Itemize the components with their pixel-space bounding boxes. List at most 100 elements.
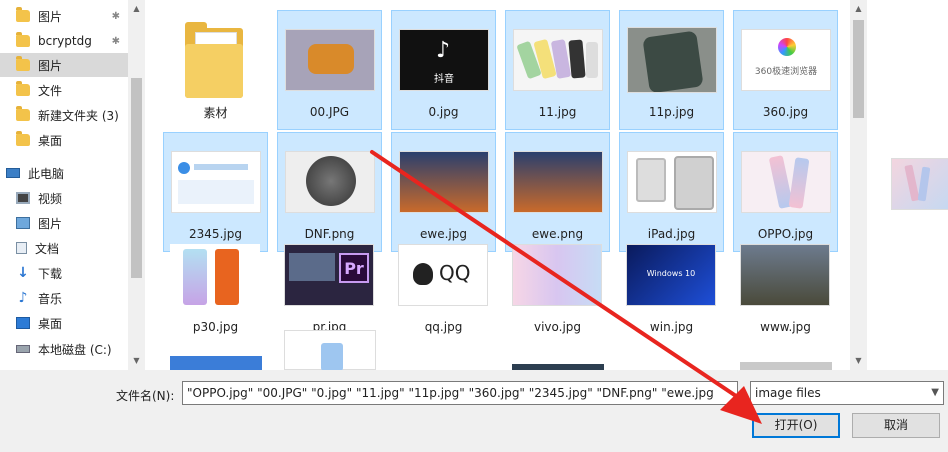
sidebar-item-bcryptdg[interactable]: bcryptdg ✱ [0, 29, 128, 53]
sidebar-item-label: 图片 [38, 58, 63, 73]
download-icon: ↓ [17, 265, 29, 281]
folder-icon [16, 56, 30, 71]
sidebar-item-pictures-lib[interactable]: 图片 [0, 211, 128, 235]
folder-icon [16, 131, 30, 146]
sidebar-item-this-pc[interactable]: 此电脑 [0, 161, 128, 185]
sidebar-item-label: 视频 [38, 191, 63, 206]
image-thumbnail [170, 244, 260, 306]
scroll-down-icon[interactable]: ▼ [128, 354, 145, 368]
preview-image [891, 158, 948, 210]
document-icon [16, 242, 27, 254]
file-item-partial[interactable] [740, 362, 832, 370]
sidebar-item-label: 桌面 [38, 133, 63, 148]
disk-icon [16, 345, 30, 353]
file-item[interactable]: www.jpg [733, 226, 838, 346]
filetype-select[interactable]: image files ▼ [750, 381, 944, 405]
file-name: 11p.jpg [648, 105, 695, 119]
pin-icon: ✱ [111, 10, 120, 22]
computer-icon [6, 168, 20, 178]
sidebar-item-documents[interactable]: 文档 [0, 236, 128, 260]
sidebar-item-label: 图片 [38, 216, 63, 231]
file-item-partial[interactable] [170, 356, 262, 370]
sidebar-item-label: 音乐 [38, 291, 63, 306]
sidebar-item-videos[interactable]: 视频 [0, 186, 128, 210]
preview-pane [867, 0, 948, 370]
file-item-folder[interactable]: 素材 [163, 10, 268, 130]
scroll-up-icon[interactable]: ▲ [128, 2, 145, 16]
sidebar-item-label: 本地磁盘 (C:) [38, 342, 112, 357]
video-icon [16, 192, 30, 204]
picture-icon [16, 217, 30, 229]
file-name: qq.jpg [424, 320, 463, 334]
filename-input[interactable]: "OPPO.jpg" "00.JPG" "0.jpg" "11.jpg" "11… [182, 381, 738, 405]
sidebar-item-label: 下载 [38, 266, 63, 281]
file-item[interactable]: ♪ 抖音 0.jpg [391, 10, 496, 130]
sidebar-item-new-folder-3[interactable]: 新建文件夹 (3) [0, 103, 128, 127]
sidebar-item-pictures-pinned[interactable]: 图片 ✱ [0, 4, 128, 28]
folder-icon [16, 7, 30, 22]
sidebar-item-label: 新建文件夹 (3) [38, 108, 119, 123]
image-thumbnail: Windows 10 [626, 244, 716, 306]
thumbnail-text: 抖音 [434, 74, 454, 85]
sidebar-item-label: 文件 [38, 83, 63, 98]
file-item[interactable]: vivo.jpg [505, 226, 610, 346]
file-name: 素材 [203, 106, 228, 120]
file-item-partial[interactable] [284, 330, 376, 370]
file-name: 00.JPG [309, 105, 350, 119]
dialog-footer: 文件名(N): "OPPO.jpg" "00.JPG" "0.jpg" "11.… [0, 370, 948, 452]
sidebar-item-files[interactable]: 文件 [0, 78, 128, 102]
thumbnail-text: Windows 10 [646, 269, 696, 278]
file-name: 11.jpg [538, 105, 577, 119]
file-list-scrollbar[interactable]: ▲ ▼ [850, 0, 867, 370]
open-button[interactable]: 打开(O) [752, 413, 840, 438]
file-name: win.jpg [649, 320, 694, 334]
sidebar-item-local-disk-c[interactable]: 本地磁盘 (C:) [0, 337, 128, 361]
filetype-value: image files [755, 386, 821, 400]
music-icon: ♪ [18, 290, 28, 306]
sidebar-item-desktop[interactable]: 桌面 [0, 311, 128, 335]
file-item[interactable]: Windows 10 win.jpg [619, 226, 724, 346]
scrollbar-thumb[interactable] [853, 20, 864, 118]
folder-icon [16, 106, 30, 121]
scroll-up-icon[interactable]: ▲ [850, 2, 867, 16]
thumbnail-text: Pr [339, 253, 369, 283]
sidebar-item-desktop-quick[interactable]: 桌面 [0, 128, 128, 152]
scrollbar-thumb[interactable] [131, 78, 142, 278]
file-item[interactable]: 11.jpg [505, 10, 610, 130]
image-thumbnail [513, 29, 603, 91]
filename-label: 文件名(N): [116, 389, 175, 403]
image-thumbnail [285, 151, 375, 213]
sidebar-item-label: 文档 [35, 241, 60, 256]
file-item[interactable]: 00.JPG [277, 10, 382, 130]
file-item[interactable]: 360极速浏览器 360.jpg [733, 10, 838, 130]
file-item[interactable]: Pr pr.jpg [277, 226, 382, 346]
image-thumbnail: QQ [398, 244, 488, 306]
navigation-scrollbar[interactable]: ▲ ▼ [128, 0, 145, 370]
file-name: vivo.jpg [533, 320, 582, 334]
sidebar-item-music[interactable]: ♪ 音乐 [0, 286, 128, 310]
sidebar-item-downloads[interactable]: ↓ 下载 [0, 261, 128, 285]
image-thumbnail [171, 151, 261, 213]
scroll-down-icon[interactable]: ▼ [850, 354, 867, 368]
file-name: 0.jpg [428, 105, 459, 119]
image-thumbnail: ♪ 抖音 [399, 29, 489, 91]
chevron-down-icon: ▼ [931, 387, 939, 398]
file-name: 360.jpg [762, 105, 809, 119]
file-item[interactable]: 11p.jpg [619, 10, 724, 130]
image-thumbnail [627, 27, 717, 93]
folder-icon [16, 32, 30, 47]
sidebar-item-label: 此电脑 [28, 166, 65, 181]
image-thumbnail [285, 29, 375, 91]
thumbnail-text: QQ [439, 261, 471, 285]
pin-icon: ✱ [111, 35, 120, 47]
cancel-button[interactable]: 取消 [852, 413, 940, 438]
sidebar-item-pictures[interactable]: 图片 [0, 53, 128, 77]
folder-icon [185, 20, 243, 98]
file-name: p30.jpg [192, 320, 239, 334]
sidebar-item-label: 桌面 [38, 316, 63, 331]
file-item[interactable]: QQ qq.jpg [391, 226, 496, 346]
thumbnail-text: 360极速浏览器 [754, 67, 818, 77]
navigation-pane: 图片 ✱ bcryptdg ✱ 图片 文件 新建文件夹 (3) 桌面 此电脑 视… [0, 0, 128, 370]
file-name: www.jpg [760, 320, 811, 334]
file-item[interactable]: p30.jpg [163, 226, 268, 346]
